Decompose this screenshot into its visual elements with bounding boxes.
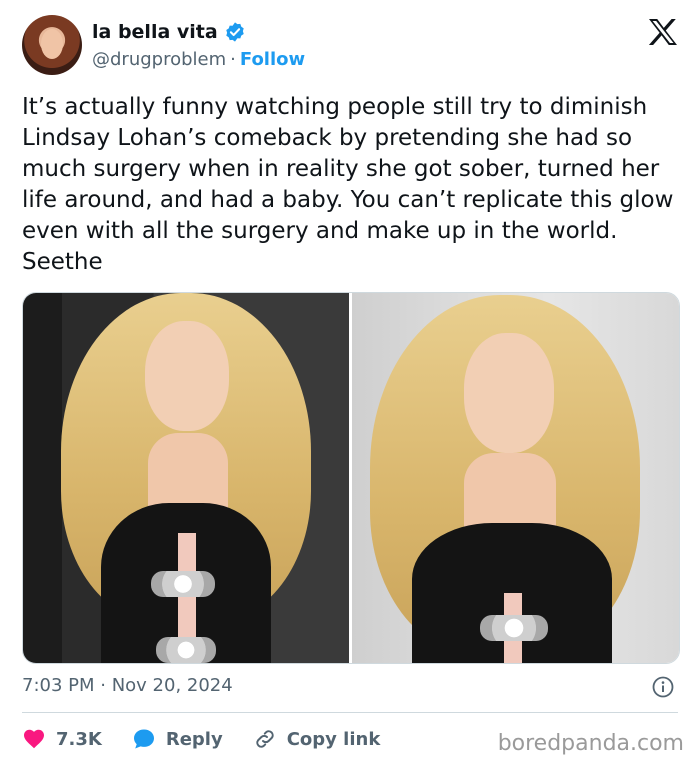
info-icon[interactable] — [652, 676, 674, 698]
like-count: 7.3K — [56, 728, 102, 750]
author-name-row: la bella vita — [92, 20, 246, 44]
link-icon — [256, 730, 274, 748]
reply-label: Reply — [165, 728, 223, 750]
reply-bubble-icon — [133, 729, 154, 749]
display-name[interactable]: la bella vita — [92, 20, 218, 44]
photo-left[interactable] — [23, 293, 349, 663]
follow-button[interactable]: Follow — [240, 49, 305, 70]
separator-dot: · — [230, 49, 236, 70]
like-button[interactable]: 7.3K — [22, 727, 102, 751]
copy-link-button[interactable]: Copy link — [253, 727, 381, 751]
handle-row: @drugproblem · Follow — [92, 48, 305, 72]
timestamp[interactable]: 7:03 PM · Nov 20, 2024 — [22, 674, 233, 698]
divider — [22, 712, 678, 713]
avatar[interactable] — [22, 15, 82, 75]
photo-right[interactable] — [352, 293, 679, 663]
reply-button[interactable]: Reply — [132, 727, 223, 751]
watermark: boredpanda.com — [497, 731, 684, 756]
verified-badge-icon — [225, 22, 244, 42]
photo-left-brooch-top — [151, 571, 215, 597]
copy-link-label: Copy link — [286, 728, 381, 750]
avatar-face — [41, 29, 63, 59]
photo-left-brooch-bottom — [156, 637, 216, 663]
heart-icon — [24, 729, 44, 749]
photo-right-brooch — [480, 615, 548, 641]
tweet-media[interactable] — [22, 292, 680, 664]
photo-right-face — [464, 333, 554, 453]
photo-left-face — [145, 321, 229, 431]
handle[interactable]: @drugproblem — [92, 49, 226, 70]
x-logo-icon[interactable] — [648, 18, 678, 46]
action-bar: 7.3K Reply Copy link — [22, 726, 410, 752]
tweet-text: It’s actually funny watching people stil… — [22, 94, 674, 275]
